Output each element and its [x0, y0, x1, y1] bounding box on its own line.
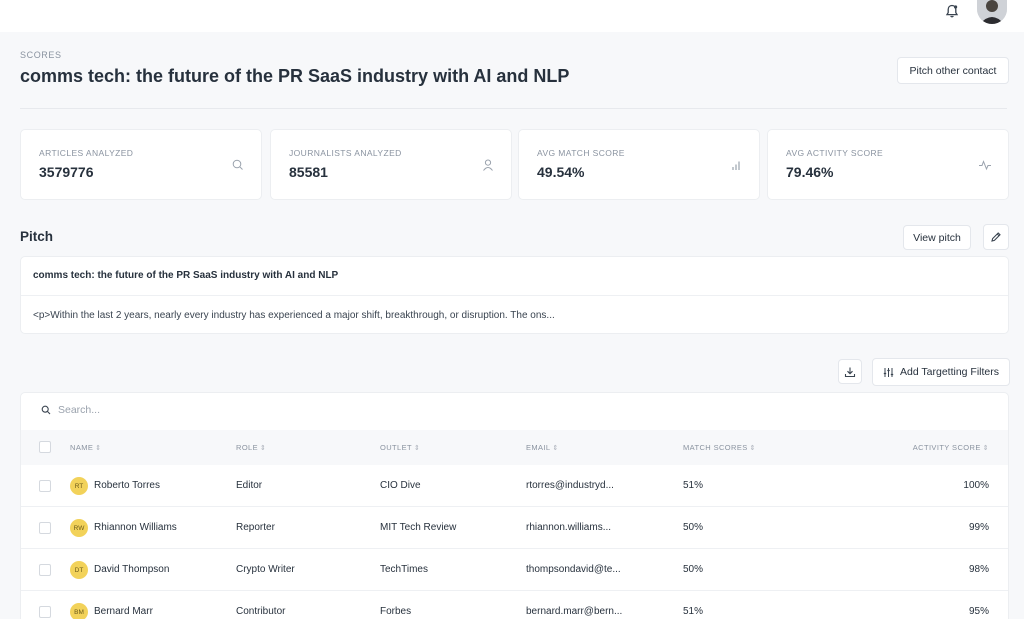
avatar: BM — [70, 603, 88, 619]
top-bar — [0, 0, 1024, 32]
pitch-other-contact-button[interactable]: Pitch other contact — [897, 57, 1009, 84]
user-avatar[interactable] — [977, 0, 1007, 24]
activity-score: 98% — [968, 564, 989, 575]
sliders-icon — [883, 367, 894, 377]
stat-card-activity: AVG ACTIVITY SCORE 79.46% — [767, 129, 1009, 200]
download-button[interactable] — [838, 359, 862, 384]
journalist-role: Crypto Writer — [236, 564, 295, 575]
row-checkbox[interactable] — [39, 522, 51, 534]
pitch-body-preview: <p>Within the last 2 years, nearly every… — [33, 310, 555, 321]
table-row[interactable]: RW Rhiannon Williams Reporter MIT Tech R… — [21, 507, 1008, 549]
select-all-checkbox[interactable] — [39, 441, 51, 453]
sort-icon: ⇕ — [749, 444, 756, 452]
pencil-icon — [991, 232, 1001, 242]
divider — [20, 108, 1007, 109]
journalist-email: thompsondavid@te... — [526, 564, 621, 575]
column-header-email[interactable]: EMAIL ⇕ — [526, 443, 559, 452]
search-icon — [41, 405, 51, 415]
column-label: OUTLET — [380, 443, 412, 452]
stat-value: 3579776 — [39, 164, 94, 180]
sort-icon: ⇕ — [982, 444, 989, 452]
activity-score: 99% — [968, 522, 989, 533]
stat-label: ARTICLES ANALYZED — [39, 148, 134, 158]
activity-score: 95% — [968, 606, 989, 617]
avatar: RW — [70, 519, 88, 537]
table-row[interactable]: RT Roberto Torres Editor CIO Dive rtorre… — [21, 465, 1008, 507]
pitch-card: comms tech: the future of the PR SaaS in… — [20, 256, 1009, 334]
stat-label: AVG ACTIVITY SCORE — [786, 148, 884, 158]
journalist-name[interactable]: Roberto Torres — [94, 480, 160, 491]
match-score: 50% — [683, 522, 704, 533]
filters-label: Add Targetting Filters — [899, 366, 1000, 378]
user-icon — [483, 159, 493, 171]
pitch-subject: comms tech: the future of the PR SaaS in… — [33, 270, 339, 281]
breadcrumb: SCORES — [20, 50, 62, 60]
avatar: DT — [70, 561, 88, 579]
sort-icon: ⇕ — [414, 444, 421, 452]
journalist-role: Contributor — [236, 606, 286, 617]
column-label: NAME — [70, 443, 94, 452]
search-icon — [232, 159, 243, 170]
table-header: NAME ⇕ ROLE ⇕ OUTLET ⇕ EMAIL ⇕ MATCH SCORES ⇕… — [21, 430, 1008, 465]
column-header-outlet[interactable]: OUTLET ⇕ — [380, 443, 420, 452]
match-score: 51% — [683, 480, 704, 491]
view-pitch-button[interactable]: View pitch — [903, 225, 971, 250]
journalist-email: bernard.marr@bern... — [526, 606, 623, 617]
stat-value: 79.46% — [786, 164, 834, 180]
journalist-outlet: CIO Dive — [380, 480, 421, 491]
table-row[interactable]: BM Bernard Marr Contributor Forbes berna… — [21, 591, 1008, 619]
search-input[interactable] — [58, 404, 358, 416]
journalist-outlet: TechTimes — [380, 564, 428, 575]
stat-label: AVG MATCH SCORE — [537, 148, 625, 158]
journalists-table: NAME⇕ ROLE⇕ OUTLET⇕ EMAIL⇕ MATCH SCORES⇕… — [20, 392, 1009, 619]
stat-value: 85581 — [289, 164, 328, 180]
divider — [21, 295, 1008, 296]
journalist-outlet: Forbes — [380, 606, 412, 617]
column-label: ROLE — [236, 443, 259, 452]
journalist-name[interactable]: Bernard Marr — [94, 606, 153, 617]
journalist-outlet: MIT Tech Review — [380, 522, 457, 533]
stat-label: JOURNALISTS ANALYZED — [289, 148, 402, 158]
match-score: 51% — [683, 606, 704, 617]
table-row[interactable]: DT David Thompson Crypto Writer TechTime… — [21, 549, 1008, 591]
sort-icon: ⇕ — [552, 444, 559, 452]
stat-card-journalists: JOURNALISTS ANALYZED 85581 — [270, 129, 512, 200]
download-icon — [844, 367, 856, 377]
match-score: 50% — [683, 564, 704, 575]
journalist-name[interactable]: Rhiannon Williams — [94, 522, 177, 533]
stat-card-match: AVG MATCH SCORE 49.54% — [518, 129, 760, 200]
journalist-role: Reporter — [236, 522, 275, 533]
search-bar — [41, 404, 358, 416]
bell-icon[interactable] — [943, 2, 961, 20]
sort-icon: ⇕ — [260, 444, 267, 452]
pitch-section-title: Pitch — [20, 229, 54, 244]
stat-value: 49.54% — [537, 164, 585, 180]
avatar: RT — [70, 477, 88, 495]
activity-icon — [979, 160, 991, 171]
row-checkbox[interactable] — [39, 564, 51, 576]
add-targeting-filters-button[interactable]: Add Targetting Filters — [872, 358, 1010, 386]
row-checkbox[interactable] — [39, 606, 51, 618]
column-label: ACTIVITY SCORE — [912, 443, 981, 452]
column-header-role[interactable]: ROLE ⇕ — [236, 443, 266, 452]
column-label: EMAIL — [526, 443, 551, 452]
column-header-match-scores[interactable]: MATCH SCORES ⇕ — [683, 443, 756, 452]
activity-score: 100% — [963, 480, 989, 491]
journalist-email: rtorres@industryd... — [526, 480, 614, 491]
stat-card-articles: ARTICLES ANALYZED 3579776 — [20, 129, 262, 200]
journalist-name[interactable]: David Thompson — [94, 564, 169, 575]
bar-chart-icon — [732, 161, 740, 170]
column-header-activity-score[interactable]: ACTIVITY SCORE ⇕ — [913, 443, 989, 452]
journalist-role: Editor — [236, 480, 263, 491]
sort-icon: ⇕ — [95, 444, 102, 452]
journalist-email: rhiannon.williams... — [526, 522, 612, 533]
page-title: comms tech: the future of the PR SaaS in… — [20, 66, 570, 86]
column-header-name[interactable]: NAME ⇕ — [70, 443, 102, 452]
row-checkbox[interactable] — [39, 480, 51, 492]
edit-pitch-button[interactable] — [983, 224, 1009, 250]
column-label: MATCH SCORES — [683, 443, 748, 452]
